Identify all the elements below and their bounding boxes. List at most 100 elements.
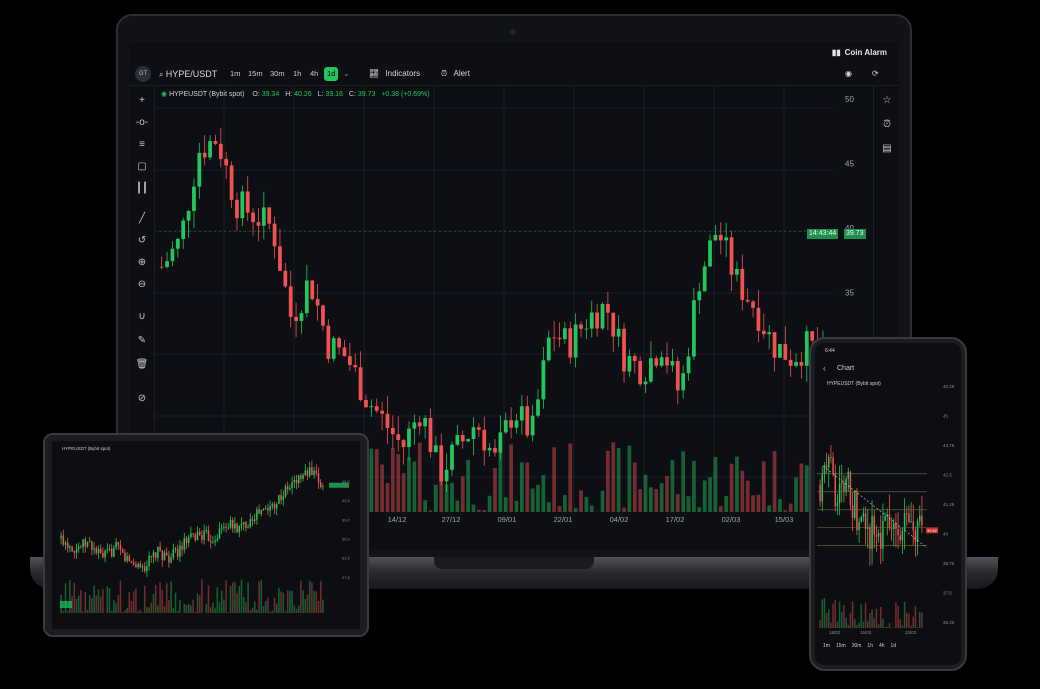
candle-body xyxy=(670,361,675,366)
candle-body xyxy=(302,475,304,479)
candle-body xyxy=(258,509,260,514)
volume-bar xyxy=(788,503,793,512)
volume-bar xyxy=(126,607,128,613)
phone-chart: 46.25 45 43.75 42.5 41.25 40 38.75 37.5 36.25 39.… xyxy=(817,384,955,635)
volume-bar xyxy=(304,599,307,613)
volume-bar xyxy=(220,590,223,613)
volume-bar xyxy=(380,464,384,512)
volume-bar xyxy=(273,597,276,613)
volume-bar xyxy=(525,462,530,512)
volume-bar xyxy=(214,608,216,613)
candle-body xyxy=(220,527,223,529)
volume-bar xyxy=(838,601,841,628)
candle-body xyxy=(267,207,272,224)
candle-body xyxy=(783,343,788,360)
volume-bar xyxy=(783,510,788,512)
volume-bar xyxy=(69,579,71,613)
volume-bar xyxy=(412,461,417,512)
volume-bar xyxy=(882,618,884,628)
phone-tf-4h[interactable]: 4h xyxy=(879,643,885,649)
volume-bar xyxy=(102,589,104,613)
candle-body xyxy=(862,513,865,517)
volume-bar xyxy=(108,587,111,613)
candle-body xyxy=(460,435,465,442)
phone-tf-1d[interactable]: 1d xyxy=(891,643,897,649)
volume-bar xyxy=(853,619,856,628)
volume-bar xyxy=(830,622,832,628)
candle-body xyxy=(836,503,839,507)
volume-bar xyxy=(772,451,777,512)
volume-bar xyxy=(487,495,492,512)
candle-body xyxy=(380,410,384,414)
candle-body xyxy=(509,420,514,428)
volume-bar xyxy=(247,582,249,613)
candle-body xyxy=(108,548,111,550)
volume-bar xyxy=(860,604,863,628)
volume-bar xyxy=(152,594,155,613)
candle-body xyxy=(638,360,643,385)
candle-body xyxy=(260,510,263,514)
volume-bar xyxy=(756,494,761,512)
volume-bar xyxy=(697,507,702,512)
candle-body xyxy=(283,270,288,287)
volume-bar xyxy=(143,585,146,613)
volume-bar xyxy=(573,508,578,512)
candle-body xyxy=(267,508,269,511)
volume-bar xyxy=(589,505,594,512)
volume-bar xyxy=(185,604,188,613)
volume-bar xyxy=(879,606,882,628)
candle-body xyxy=(718,234,723,241)
eye-icon[interactable]: ◉ xyxy=(161,91,167,98)
candle-body xyxy=(908,513,910,522)
candle-body xyxy=(825,465,828,468)
candle-body xyxy=(364,400,368,408)
x-axis-tick: 22/01 xyxy=(554,515,573,524)
candle-body xyxy=(713,234,718,241)
candle-body xyxy=(810,331,815,341)
volume-bar xyxy=(275,603,278,613)
volume-bar xyxy=(132,591,135,613)
candle-body xyxy=(66,542,69,549)
candle-body xyxy=(159,266,164,268)
volume-bar xyxy=(509,444,514,512)
volume-bar xyxy=(300,580,302,613)
volume-bar xyxy=(530,488,535,512)
candle-body xyxy=(207,530,210,541)
candle-body xyxy=(106,549,109,551)
volume-bar xyxy=(148,607,150,613)
volume-bar xyxy=(600,490,605,512)
candle-body xyxy=(918,515,921,521)
last-price-tag: 39.73 xyxy=(844,229,866,239)
candle-body xyxy=(69,546,71,549)
phone-tf-1m[interactable]: 1m xyxy=(823,643,830,649)
volume-bar xyxy=(99,596,102,613)
volume-bar xyxy=(141,612,144,613)
volume-bar xyxy=(80,590,82,613)
candle-body xyxy=(208,141,212,158)
candle-body xyxy=(756,307,761,331)
candle-body xyxy=(304,470,307,476)
volume-bar xyxy=(901,625,904,628)
volume-bar xyxy=(128,592,131,613)
tablet-chart: 46.042.539.035.031.527.5 xyxy=(60,460,351,613)
volume-bar xyxy=(905,612,908,628)
phone-tf-30m[interactable]: 30m xyxy=(852,643,862,649)
candle-body xyxy=(121,549,124,553)
volume-bar xyxy=(113,599,115,613)
volume-bar xyxy=(836,621,839,628)
volume-bar xyxy=(713,456,718,512)
laptop-camera xyxy=(510,29,516,35)
candle-body xyxy=(321,305,325,326)
volume-bar xyxy=(455,500,460,512)
volume-bar xyxy=(471,504,476,512)
phone-tf-1h[interactable]: 1h xyxy=(867,643,873,649)
candle-body xyxy=(879,532,882,549)
candle-body xyxy=(231,519,234,529)
candle-body xyxy=(827,457,830,468)
phone-y-tick: 36.25 xyxy=(943,620,955,625)
volume-bar xyxy=(823,598,826,628)
candle-body xyxy=(62,535,65,545)
candle-body xyxy=(568,328,573,358)
phone-tf-15m[interactable]: 15m xyxy=(836,643,846,649)
candle-body xyxy=(875,534,878,537)
